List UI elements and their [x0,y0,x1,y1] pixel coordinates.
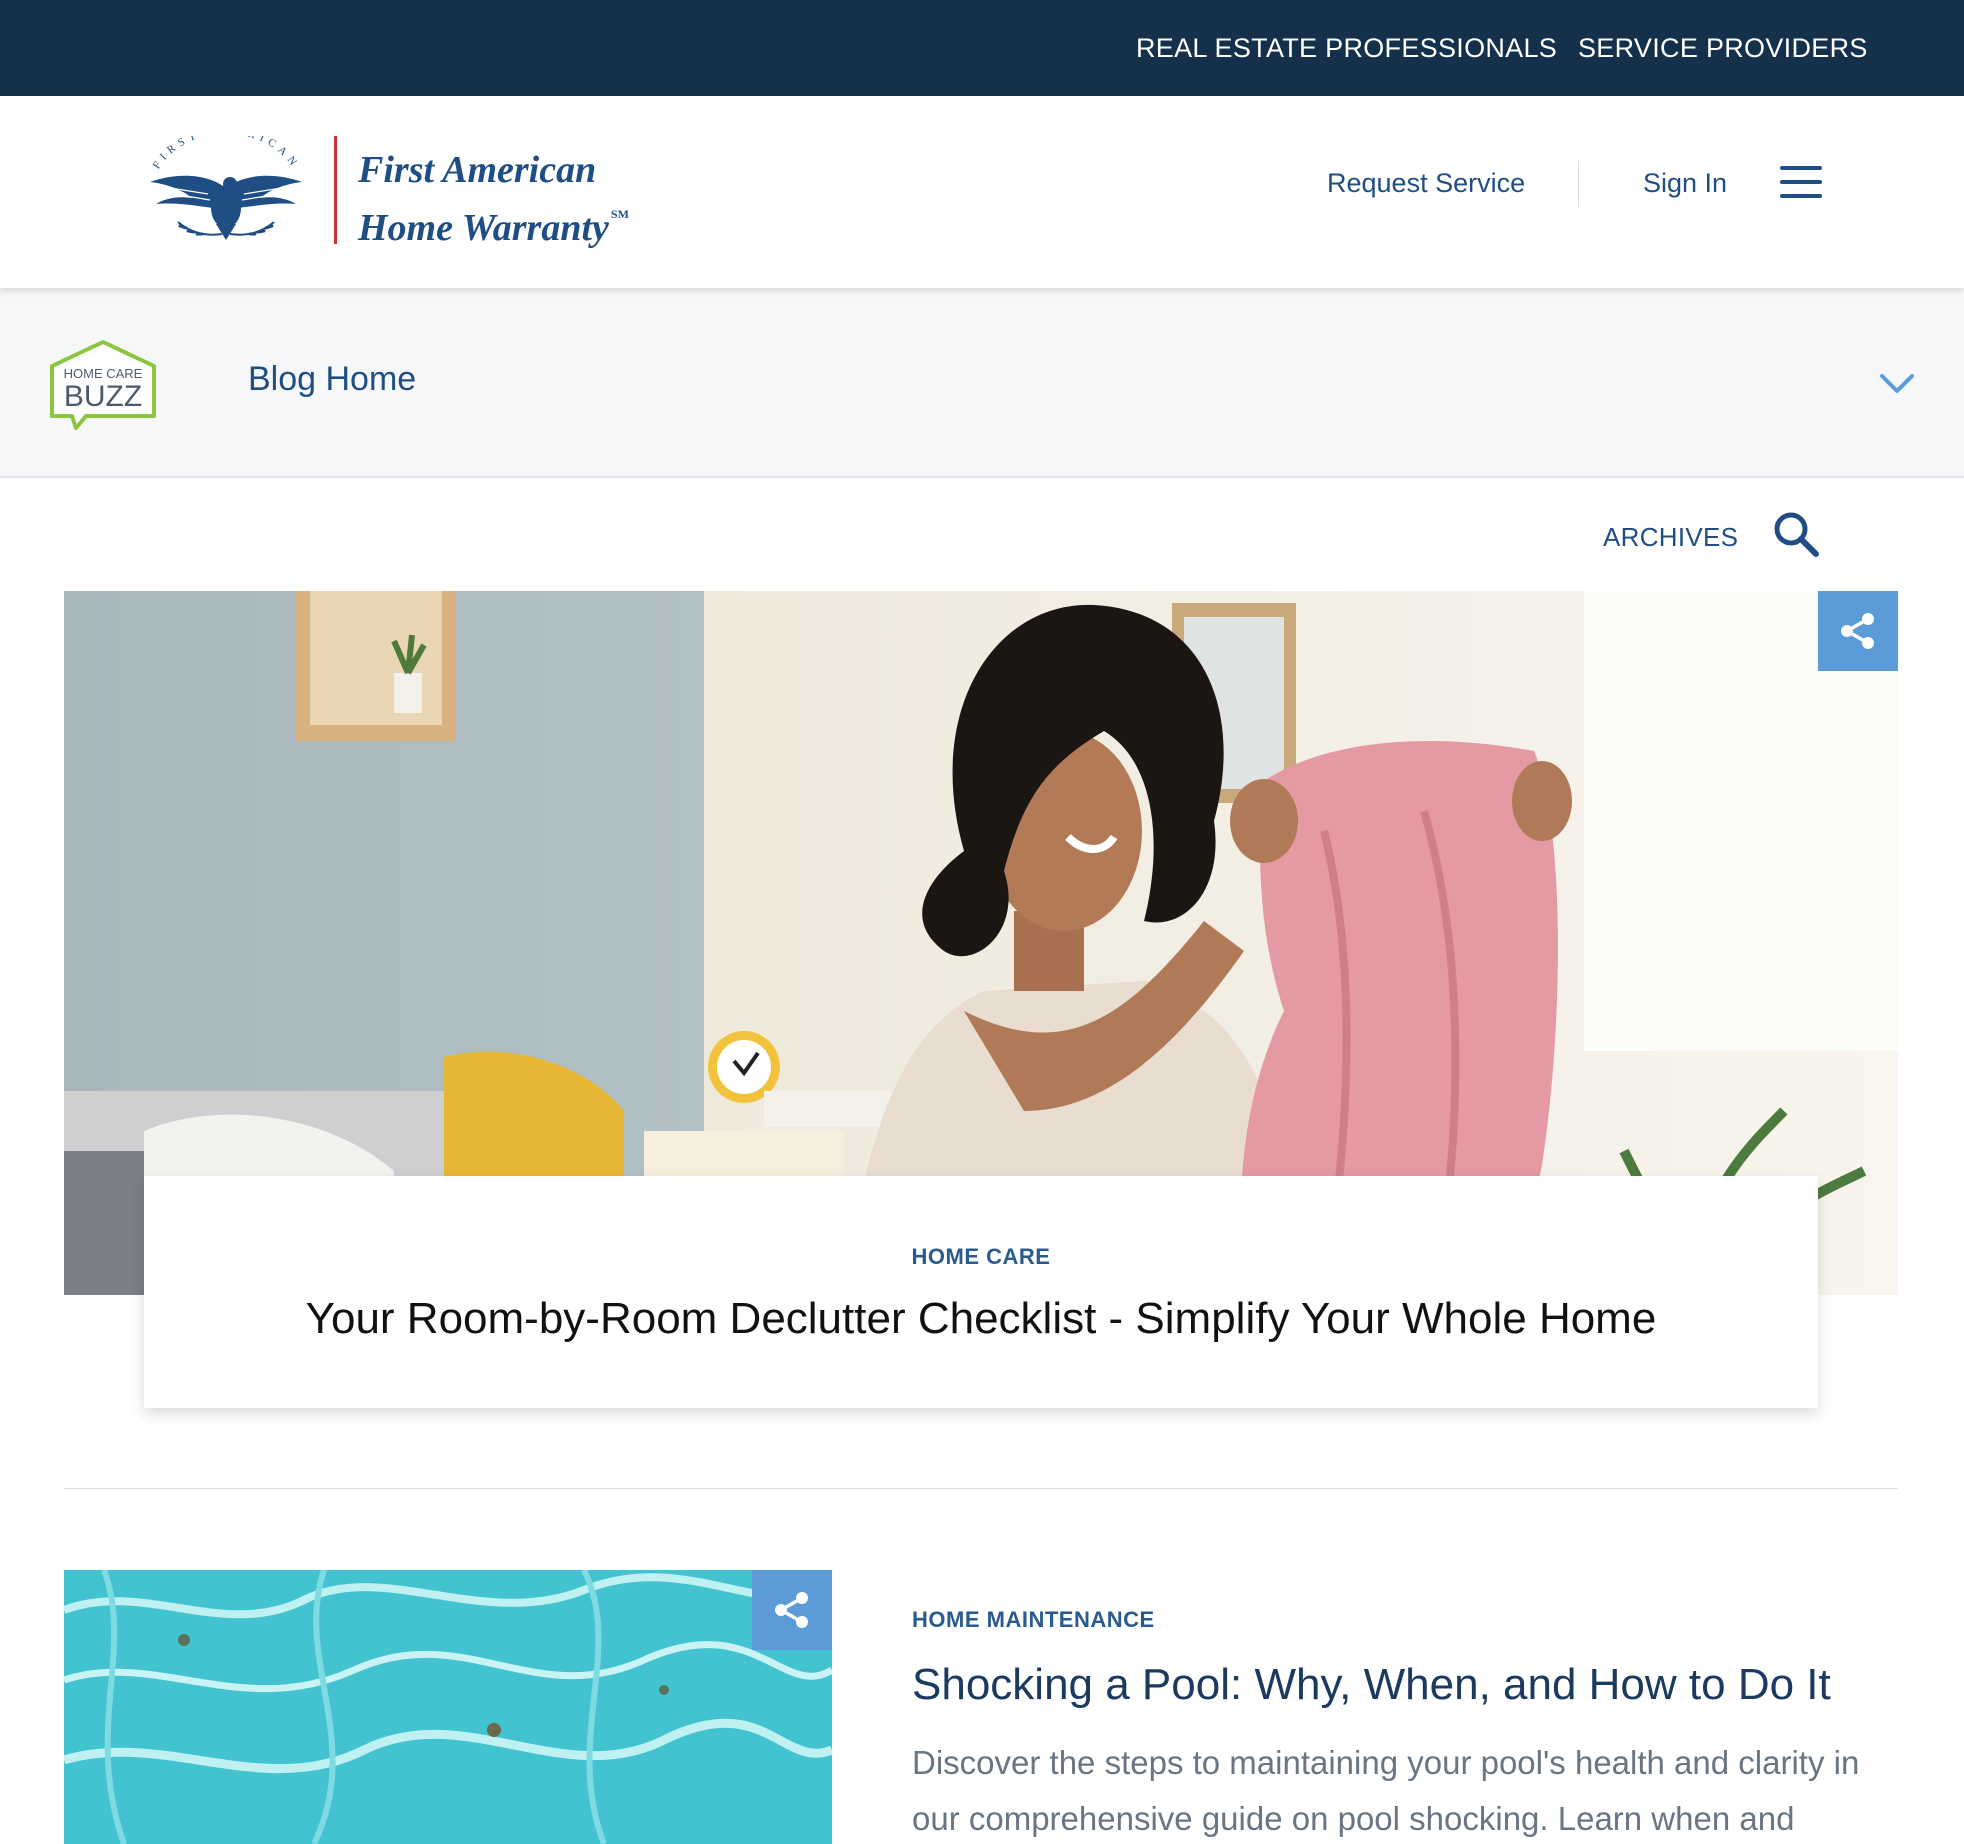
share-icon [775,1592,808,1628]
article-share-button[interactable] [752,1570,832,1650]
sign-in-link[interactable]: Sign In [1643,168,1727,199]
featured-share-button[interactable] [1818,591,1898,671]
hamburger-icon[interactable] [1780,166,1824,200]
featured-category[interactable]: HOME CARE [144,1244,1818,1270]
article-category[interactable]: HOME MAINTENANCE [912,1607,1155,1633]
request-service-link[interactable]: Request Service [1327,168,1525,199]
article-title[interactable]: Shocking a Pool: Why, When, and How to D… [912,1660,1831,1710]
buzz-logo-small-text: HOME CARE [64,366,143,381]
service-mark: SM [610,207,629,221]
chevron-down-icon[interactable] [1878,368,1916,398]
blog-navigation-bar: HOME CARE BUZZ Blog Home [0,288,1964,478]
blog-home-link[interactable]: Blog Home [248,360,416,399]
brand-line-1: First American [358,149,597,191]
svg-text:FIRST AMERICAN: FIRST AMERICAN [151,136,302,172]
share-icon [1841,613,1874,649]
logo-divider [334,136,337,244]
archives-link[interactable]: ARCHIVES [1603,522,1738,553]
site-header: FIRST AMERICAN First American Home Warra… [0,96,1964,288]
real-estate-professionals-link[interactable]: REAL ESTATE PROFESSIONALS [1136,33,1557,64]
home-care-buzz-logo[interactable]: HOME CARE BUZZ [48,338,158,432]
brand-line-2: Home Warranty [358,207,609,249]
featured-title[interactable]: Your Room-by-Room Declutter Checklist - … [144,1294,1818,1344]
brand-wordmark[interactable]: First American Home Warranty SM [358,148,629,250]
top-utility-bar: REAL ESTATE PROFESSIONALS SERVICE PROVID… [0,0,1964,96]
header-divider [1578,162,1579,206]
seal-arc-text: FIRST AMERICAN [151,136,297,172]
section-divider [64,1488,1898,1489]
featured-article-card[interactable]: HOME CARE Your Room-by-Room Declutter Ch… [144,1176,1818,1408]
article-thumbnail-pool[interactable] [64,1570,832,1844]
search-icon[interactable] [1770,508,1822,560]
service-providers-link[interactable]: SERVICE PROVIDERS [1578,33,1868,64]
buzz-logo-big-text: BUZZ [64,380,142,413]
article-description: Discover the steps to maintaining your p… [912,1744,1860,1837]
eagle-seal-logo[interactable]: FIRST AMERICAN [138,136,314,246]
